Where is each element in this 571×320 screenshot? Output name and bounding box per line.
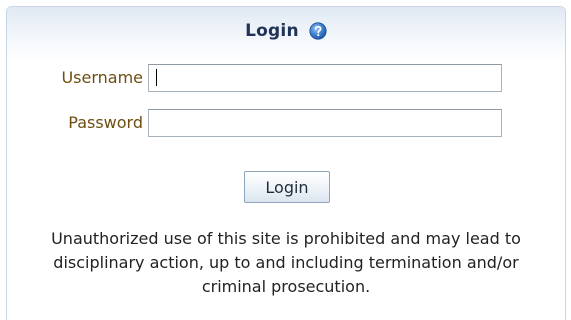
password-row: Password: [7, 109, 143, 137]
text-caret: [156, 69, 157, 86]
password-label: Password: [68, 113, 143, 132]
panel-title: Login: [245, 20, 299, 41]
unauthorized-use-notice: Unauthorized use of this site is prohibi…: [51, 229, 521, 296]
login-panel: Login Username Password Login Unauthoriz…: [6, 6, 566, 320]
username-field[interactable]: [148, 64, 502, 92]
login-button[interactable]: Login: [244, 171, 330, 203]
username-label: Username: [61, 68, 143, 87]
username-field-wrap: [148, 64, 502, 92]
panel-title-row: Login: [7, 20, 565, 44]
password-field[interactable]: [148, 109, 502, 137]
help-icon[interactable]: [309, 21, 327, 40]
username-row: Username: [7, 64, 143, 92]
help-question-icon: [309, 21, 327, 40]
